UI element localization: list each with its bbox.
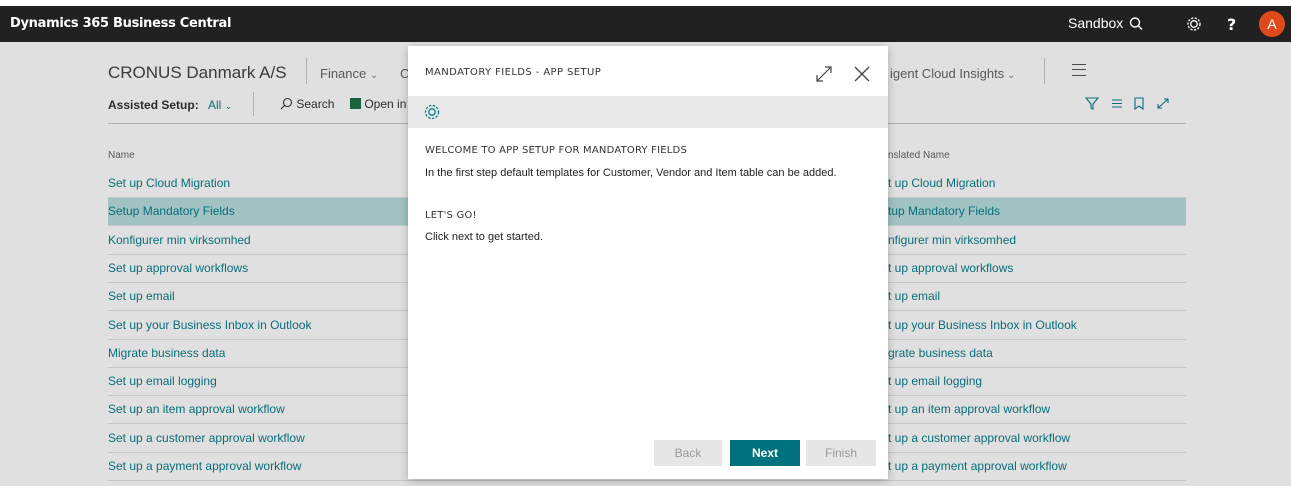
- welcome-text: In the first step default templates for …: [425, 167, 837, 179]
- dialog-banner: [408, 96, 888, 128]
- svg-text:?: ?: [1227, 15, 1236, 33]
- welcome-heading: WELCOME TO APP SETUP FOR MANDATORY FIELD…: [425, 145, 687, 156]
- back-button[interactable]: Back: [654, 440, 722, 466]
- settings-gear-icon[interactable]: [1185, 15, 1203, 33]
- help-icon[interactable]: ?: [1222, 15, 1240, 33]
- avatar[interactable]: A: [1259, 11, 1285, 37]
- letsgo-heading: LET'S GO!: [425, 210, 477, 221]
- finish-button[interactable]: Finish: [806, 440, 876, 466]
- dialog-title: MANDATORY FIELDS - APP SETUP: [425, 67, 602, 78]
- next-button[interactable]: Next: [730, 440, 800, 466]
- environment-label[interactable]: Sandbox: [1068, 15, 1123, 31]
- app-setup-dialog: MANDATORY FIELDS - APP SETUP WELCOME TO …: [408, 46, 888, 479]
- letsgo-text: Click next to get started.: [425, 231, 543, 243]
- search-icon[interactable]: [1127, 15, 1145, 33]
- settings-gear-icon: [424, 104, 440, 120]
- close-icon[interactable]: [852, 64, 872, 84]
- expand-icon[interactable]: [814, 64, 834, 84]
- top-bar: Dynamics 365 Business Central Sandbox ? …: [0, 6, 1291, 42]
- app-title[interactable]: Dynamics 365 Business Central: [10, 16, 231, 31]
